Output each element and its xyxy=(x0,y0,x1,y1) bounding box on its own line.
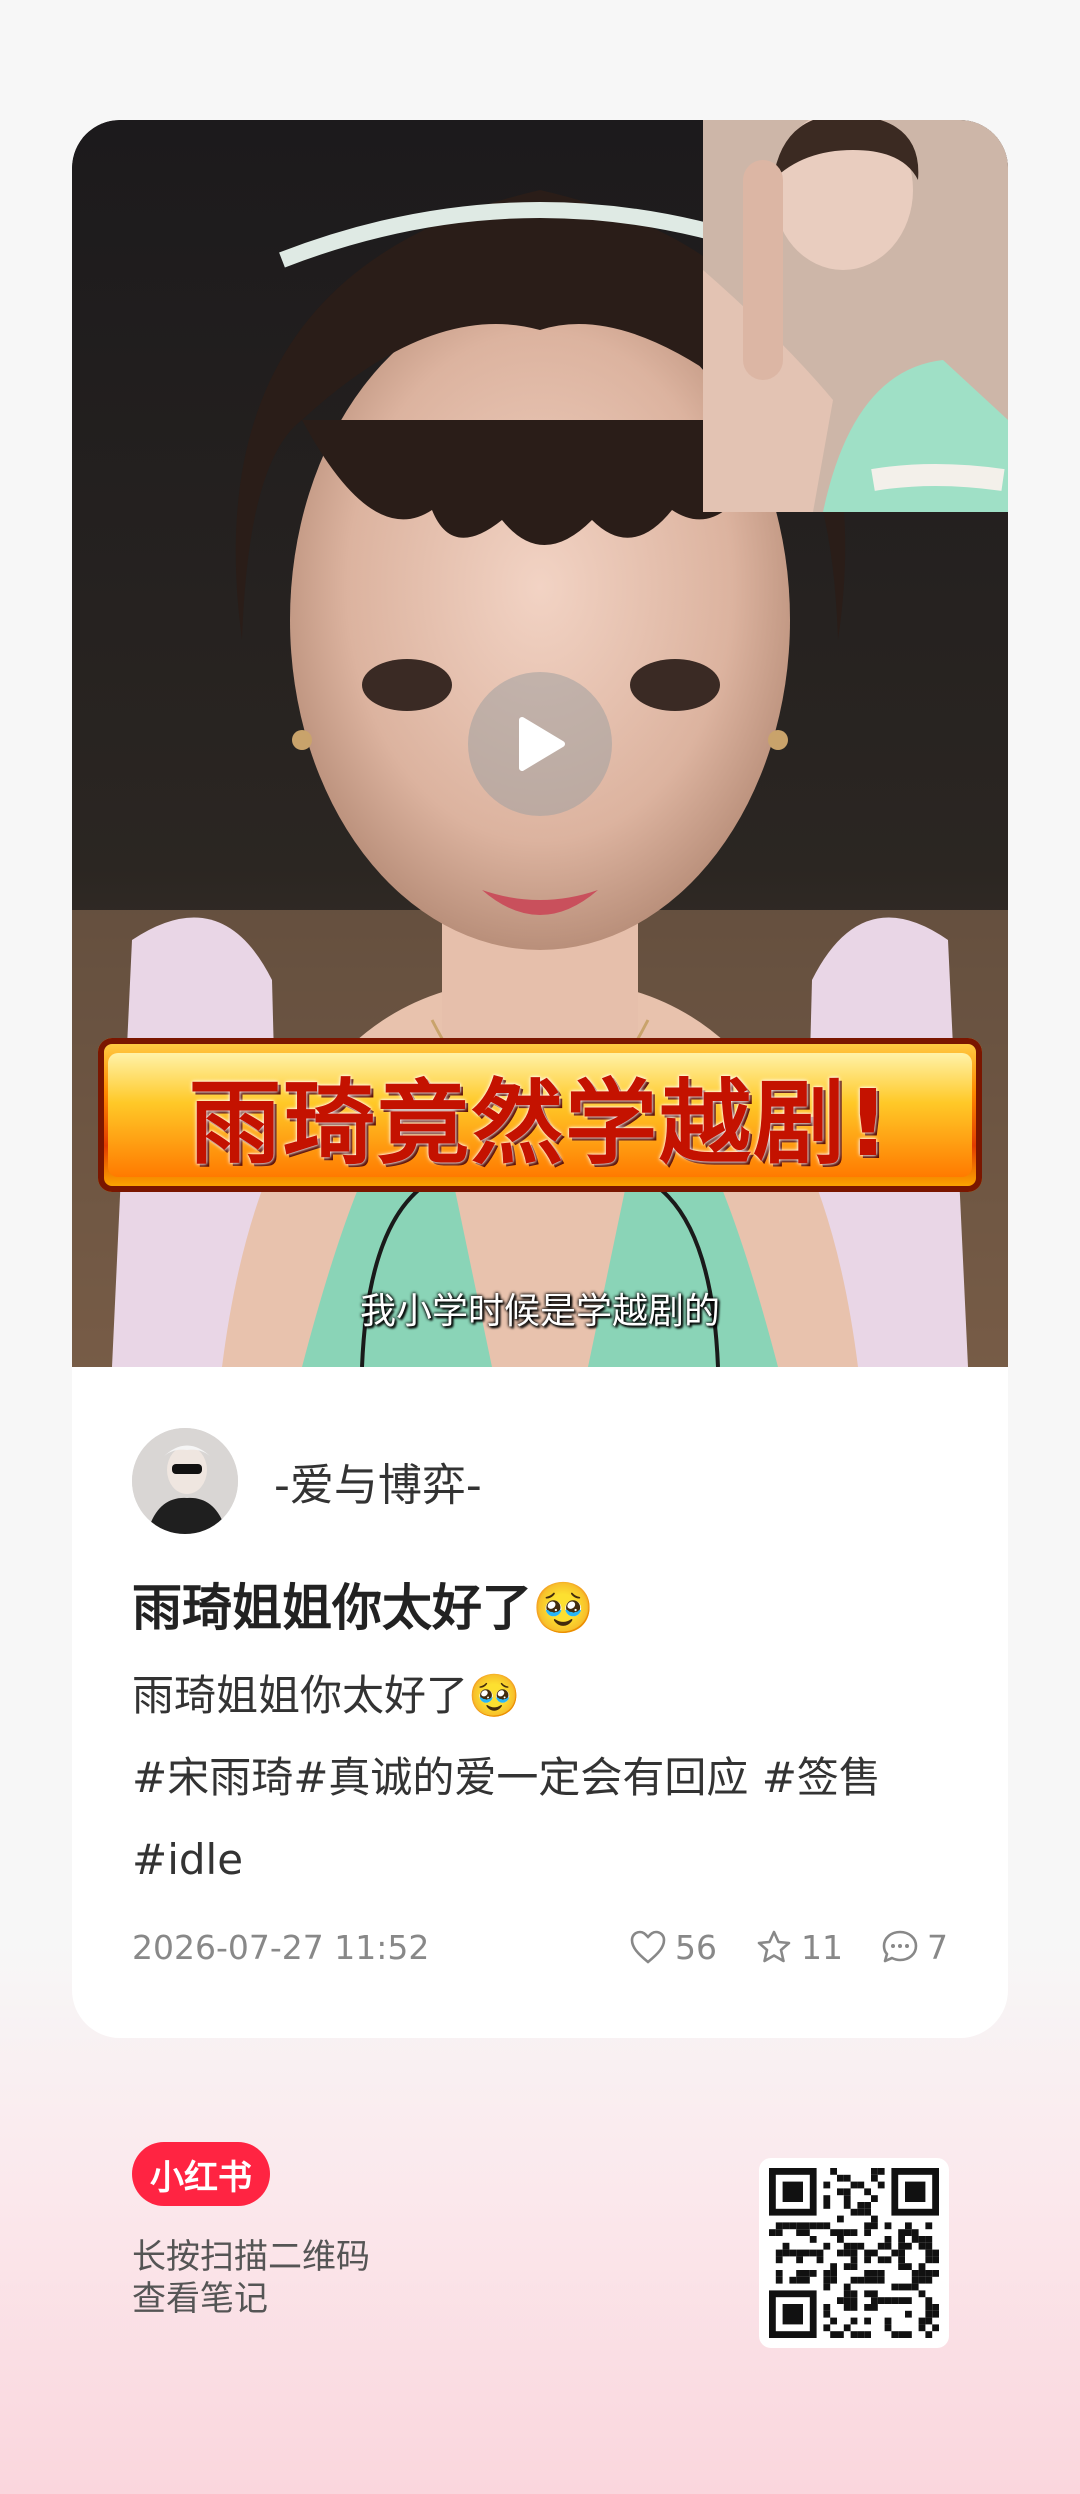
qr-hint-line1: 长按扫描二维码 xyxy=(132,2237,370,2277)
video-banner-text: 雨琦竟然学越剧! xyxy=(189,1069,891,1177)
avatar-image xyxy=(132,1428,238,1534)
note-meta: 2026-07-27 11:52 56 11 7 xyxy=(132,1922,948,1972)
video-banner-inner: 雨琦竟然学越剧! xyxy=(108,1053,972,1177)
play-button[interactable] xyxy=(468,672,612,816)
star-icon xyxy=(757,1930,791,1963)
like-stat[interactable]: 56 xyxy=(629,1928,717,1967)
note-card: 雨琦竟然学越剧! 我小学时候是学越剧的 -爱与博弈- 雨琦姐姐你太好了🥹 雨琦姐… xyxy=(72,120,1008,2038)
favorite-stat[interactable]: 11 xyxy=(755,1928,843,1967)
note-body: 雨琦姐姐你太好了🥹 #宋雨琦#真诚的爱一定会有回应 #签售#idle xyxy=(132,1655,952,1901)
note-body-text: 雨琦姐姐你太好了🥹 xyxy=(132,1671,521,1720)
xiaohongshu-logo: 小红书 xyxy=(132,2142,270,2206)
heart-icon xyxy=(630,1930,666,1964)
video-banner: 雨琦竟然学越剧! xyxy=(98,1038,982,1192)
comment-icon xyxy=(882,1930,918,1963)
video-cover[interactable]: 雨琦竟然学越剧! 我小学时候是学越剧的 xyxy=(72,120,1008,1367)
favorite-count: 11 xyxy=(801,1927,843,1967)
comment-stat[interactable]: 7 xyxy=(881,1928,948,1967)
comment-count: 7 xyxy=(927,1927,948,1967)
post-date: 2026-07-27 11:52 xyxy=(132,1927,430,1967)
avatar[interactable] xyxy=(132,1428,238,1534)
play-icon xyxy=(519,717,565,771)
qr-hint-line2: 查看笔记 xyxy=(132,2279,268,2319)
video-subtitle: 我小学时候是学越剧的 xyxy=(359,1291,720,1332)
like-count: 56 xyxy=(675,1927,717,1967)
qr-code[interactable] xyxy=(759,2158,949,2348)
note-tags[interactable]: #宋雨琦#真诚的爱一定会有回应 #签售#idle xyxy=(132,1737,952,1901)
picture-in-picture-video xyxy=(703,120,1008,512)
qr-code-image xyxy=(769,2168,939,2338)
author-name[interactable]: -爱与博弈- xyxy=(274,1449,482,1513)
note-title: 雨琦姐姐你太好了🥹 xyxy=(132,1579,595,1637)
pip-thumbnail xyxy=(703,120,1008,512)
author-row[interactable]: -爱与博弈- xyxy=(132,1428,482,1534)
qr-hint: 长按扫描二维码 查看笔记 xyxy=(132,2236,370,2320)
